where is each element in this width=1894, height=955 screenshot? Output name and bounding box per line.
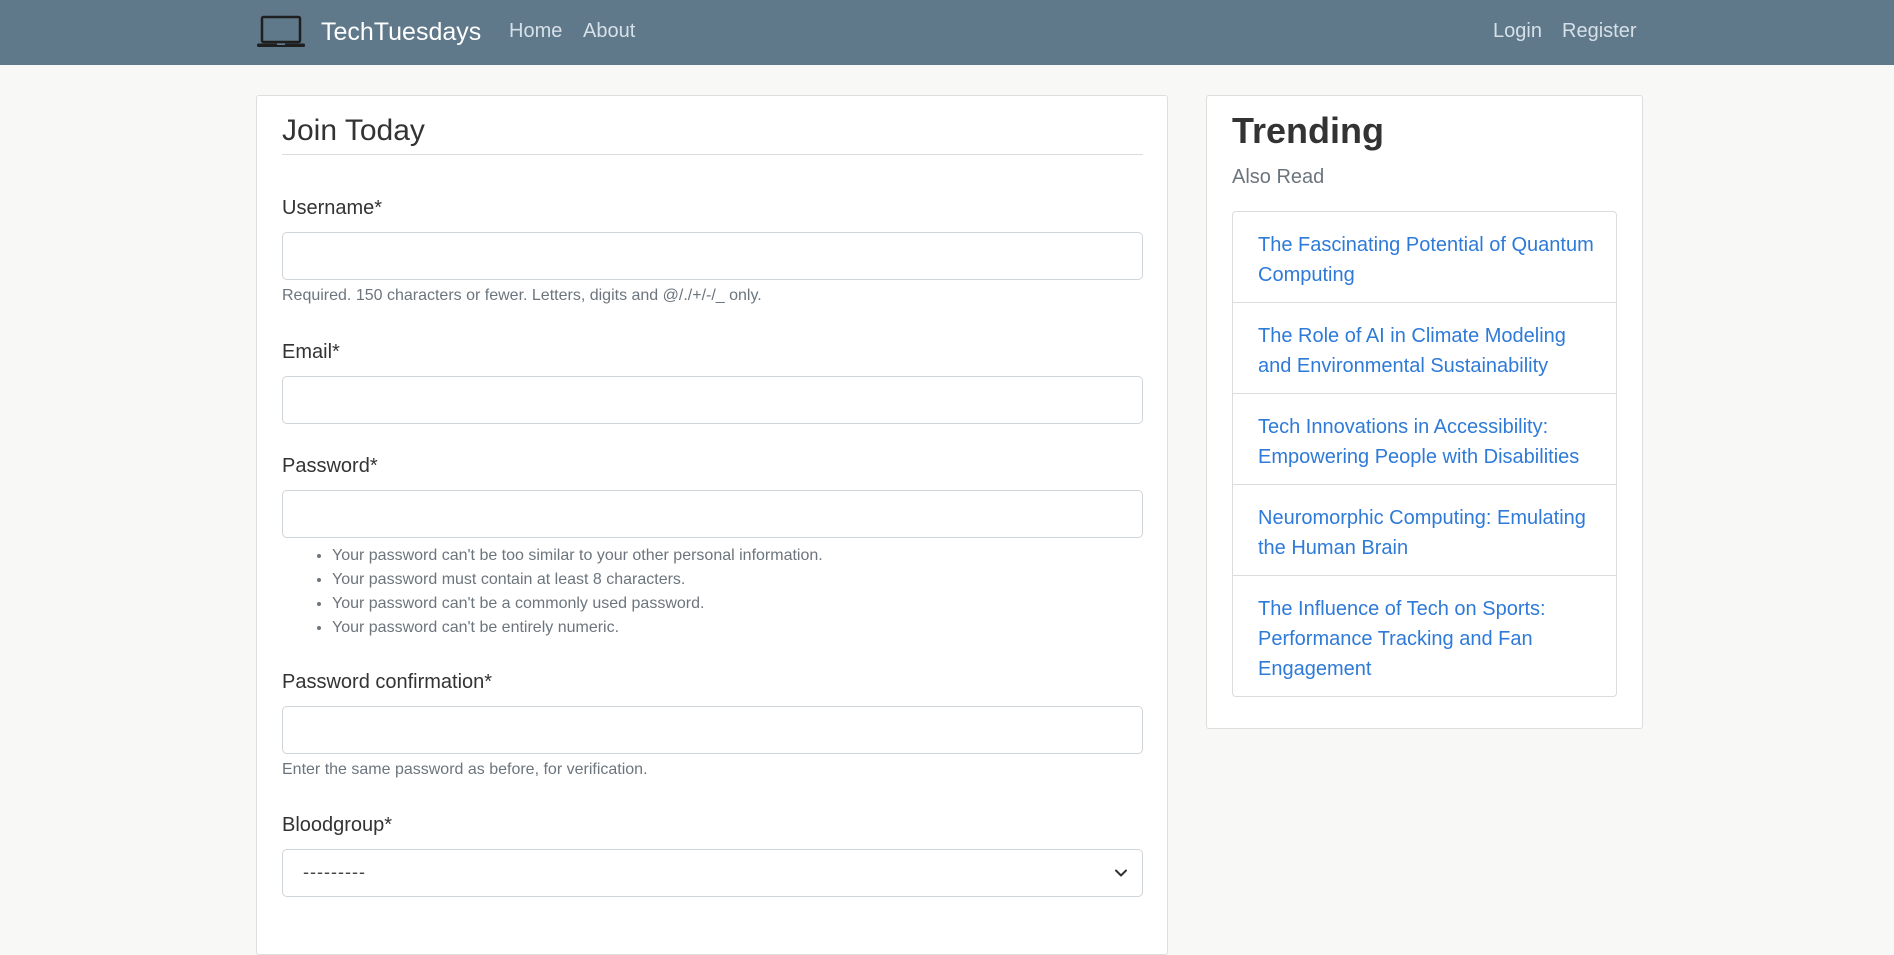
brand-link[interactable]: TechTuesdays	[256, 13, 481, 51]
nav-register-link[interactable]: Register	[1562, 18, 1636, 44]
username-help-text: Required. 150 characters or fewer. Lette…	[282, 287, 762, 304]
password-confirmation-help-text: Enter the same password as before, for v…	[282, 761, 648, 778]
password-label: Password*	[282, 455, 378, 477]
nav-login-link[interactable]: Login	[1493, 18, 1542, 44]
password-rule: Your password can't be a commonly used p…	[332, 592, 823, 616]
trending-article-link[interactable]: The Role of AI in Climate Modeling and E…	[1233, 302, 1616, 393]
password-rule: Your password must contain at least 8 ch…	[332, 568, 823, 592]
username-input[interactable]	[282, 232, 1143, 280]
brand-name: TechTuesdays	[321, 18, 482, 46]
password-input[interactable]	[282, 490, 1143, 538]
password-confirmation-input[interactable]	[282, 706, 1143, 754]
nav-about-link[interactable]: About	[583, 18, 635, 44]
email-input[interactable]	[282, 376, 1143, 424]
trending-article-link[interactable]: Tech Innovations in Accessibility: Empow…	[1233, 393, 1616, 484]
username-label: Username*	[282, 197, 383, 219]
nav-home-link[interactable]: Home	[509, 18, 562, 44]
password-rule: Your password can't be too similar to yo…	[332, 544, 823, 568]
password-confirmation-label: Password confirmation*	[282, 671, 493, 693]
password-rules-list: Your password can't be too similar to yo…	[312, 544, 823, 640]
chevron-down-icon	[1115, 869, 1127, 877]
trending-title: Trending	[1232, 110, 1384, 151]
registration-form-card: Join Today Username* Required. 150 chara…	[256, 95, 1168, 955]
trending-article-link[interactable]: The Fascinating Potential of Quantum Com…	[1233, 212, 1616, 302]
trending-article-link[interactable]: The Influence of Tech on Sports: Perform…	[1233, 575, 1616, 696]
trending-card: Trending Also Read The Fascinating Poten…	[1206, 95, 1643, 729]
email-label: Email*	[282, 341, 340, 363]
top-navbar: TechTuesdays Home About Login Register	[0, 0, 1894, 65]
trending-list: The Fascinating Potential of Quantum Com…	[1232, 211, 1617, 697]
legend-divider	[282, 154, 1143, 155]
bloodgroup-label: Bloodgroup*	[282, 814, 393, 836]
bloodgroup-selected-value: ---------	[303, 862, 366, 882]
trending-article-link[interactable]: Neuromorphic Computing: Emulating the Hu…	[1233, 484, 1616, 575]
form-legend: Join Today	[282, 114, 425, 147]
bloodgroup-select[interactable]: ---------	[282, 849, 1143, 897]
password-rule: Your password can't be entirely numeric.	[332, 616, 823, 640]
trending-subtitle: Also Read	[1232, 166, 1325, 188]
laptop-icon	[257, 15, 305, 47]
